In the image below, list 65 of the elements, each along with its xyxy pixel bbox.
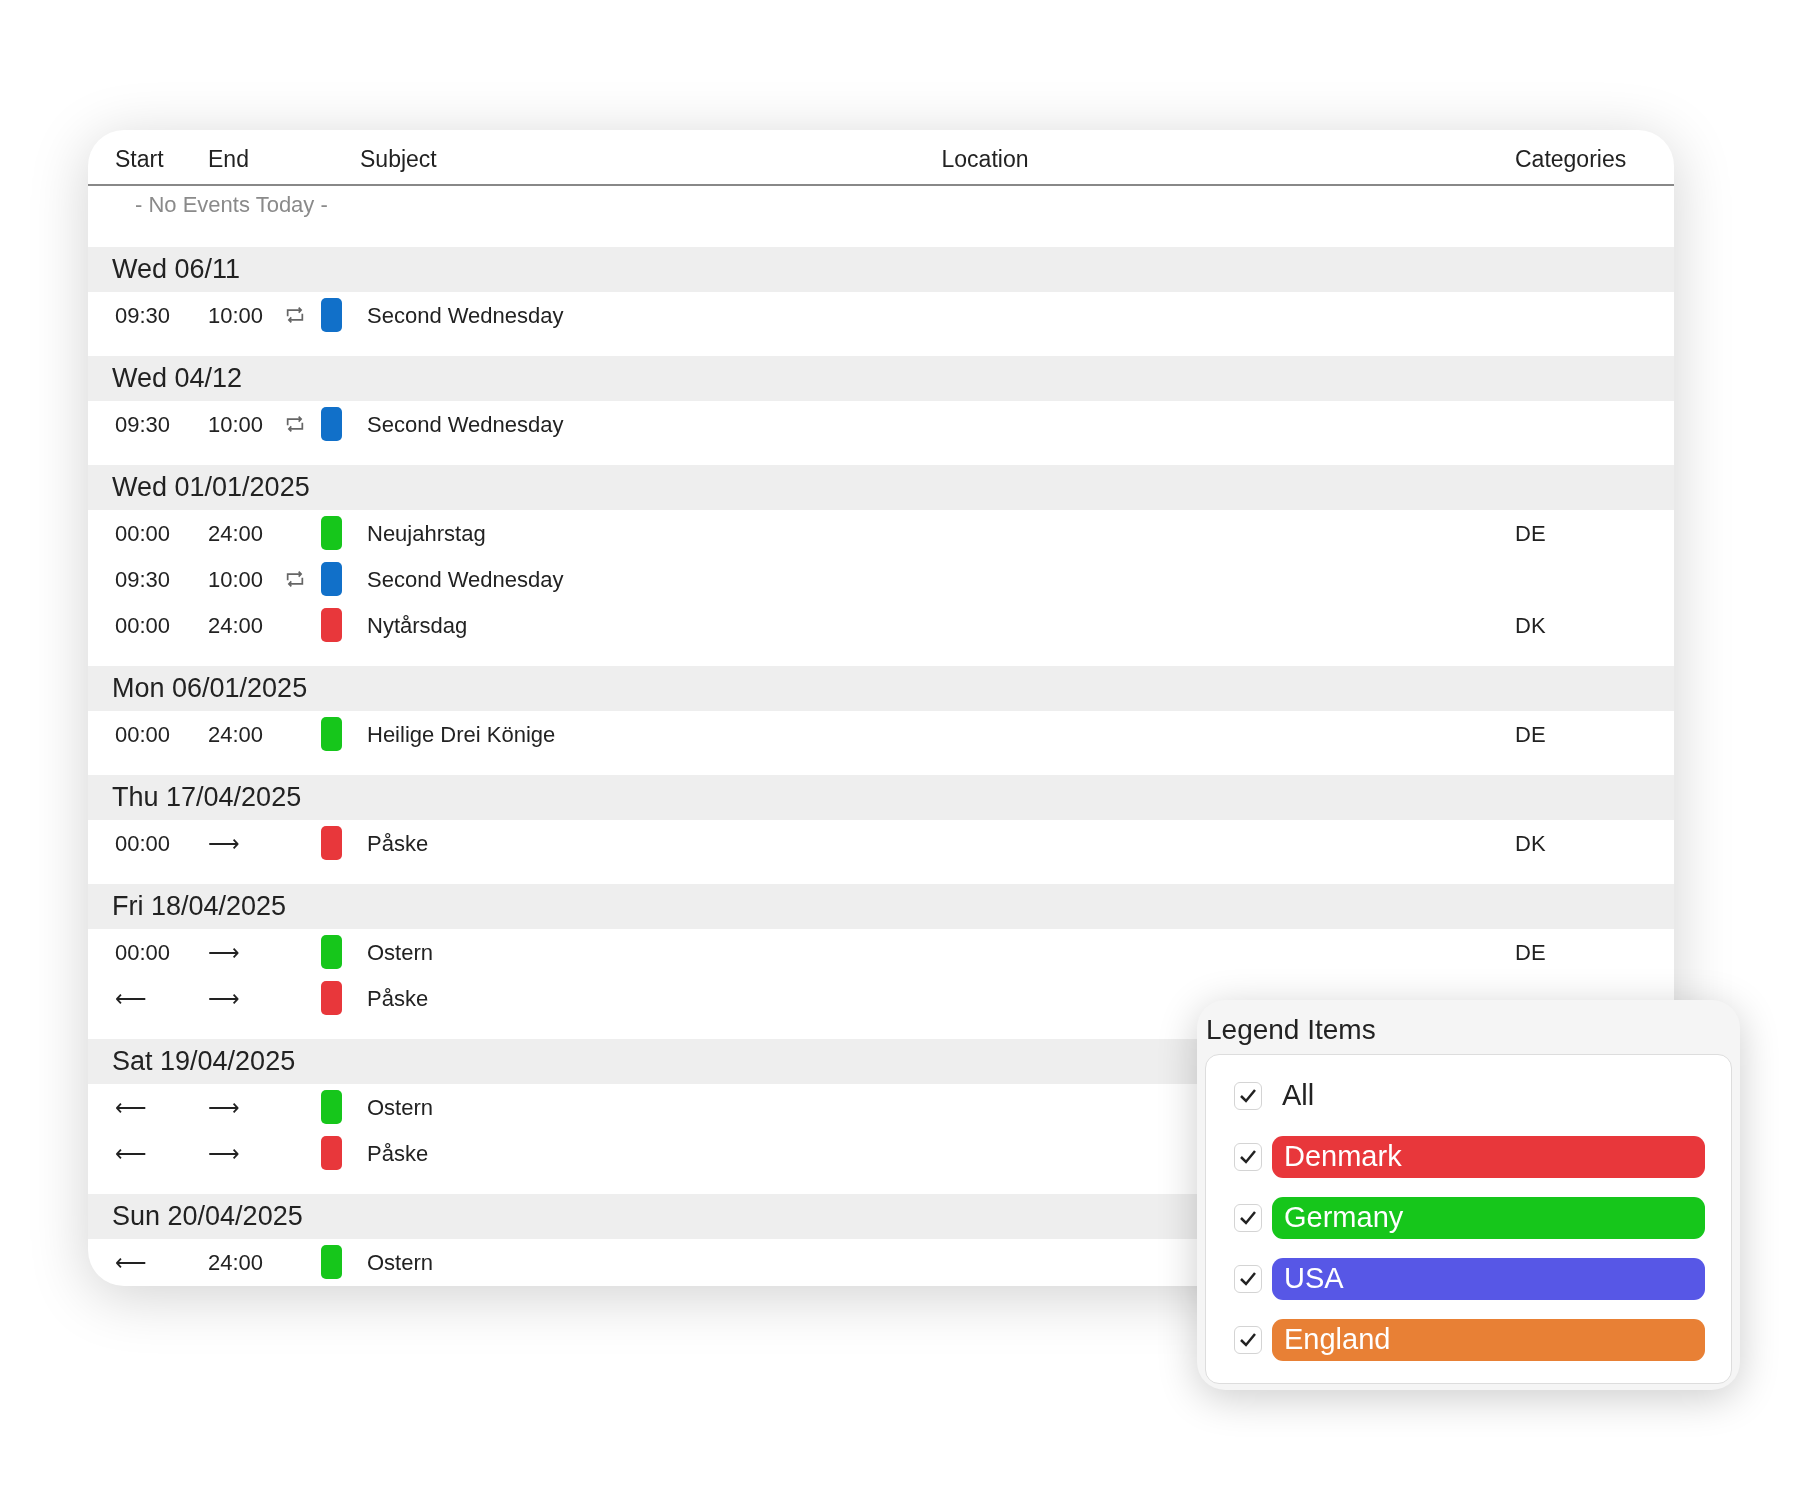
end-time: 24:00 bbox=[208, 720, 265, 749]
empty-message: - No Events Today - bbox=[135, 192, 328, 217]
end-time: 24:00 bbox=[208, 611, 265, 640]
end-time: ⟶ bbox=[208, 829, 241, 858]
event-category: DE bbox=[1515, 938, 1547, 967]
event-category: DK bbox=[1515, 829, 1547, 858]
column-header[interactable]: Start bbox=[115, 141, 208, 176]
start-time: ⟵ bbox=[115, 1248, 148, 1277]
legend-tag[interactable]: USA bbox=[1272, 1258, 1705, 1300]
start-time: ⟵ bbox=[115, 1139, 148, 1168]
end-time: ⟶ bbox=[208, 984, 241, 1013]
start-time: 09:30 bbox=[115, 301, 172, 330]
checkbox[interactable] bbox=[1234, 1082, 1262, 1110]
date-header: Wed 01/01/2025 bbox=[88, 465, 1674, 510]
check-icon bbox=[1239, 1149, 1257, 1165]
end-time: 10:00 bbox=[208, 565, 265, 594]
end-time: 10:00 bbox=[208, 410, 265, 439]
start-time: 09:30 bbox=[115, 565, 172, 594]
check-icon bbox=[1239, 1210, 1257, 1226]
event-subject[interactable]: Ostern bbox=[367, 935, 797, 969]
event-category: DK bbox=[1515, 611, 1547, 640]
event-subject[interactable]: Second Wednesday bbox=[367, 407, 797, 441]
start-time: 00:00 bbox=[115, 519, 172, 548]
end-time: 24:00 bbox=[208, 519, 265, 548]
event-subject[interactable]: Second Wednesday bbox=[367, 562, 797, 596]
event-subject[interactable]: Påske bbox=[367, 981, 797, 1015]
start-time: ⟵ bbox=[115, 984, 148, 1013]
end-time: 24:00 bbox=[208, 1248, 265, 1277]
event-subject[interactable]: Second Wednesday bbox=[367, 298, 797, 332]
start-time: ⟵ bbox=[115, 1093, 148, 1122]
event-subject[interactable]: Nytårsdag bbox=[367, 608, 797, 642]
start-time: 00:00 bbox=[115, 720, 172, 749]
start-time: 09:30 bbox=[115, 410, 172, 439]
legend-tag[interactable]: Denmark bbox=[1272, 1136, 1705, 1178]
event-subject[interactable]: Ostern bbox=[367, 1245, 797, 1279]
end-time: 10:00 bbox=[208, 301, 265, 330]
check-icon bbox=[1239, 1088, 1257, 1104]
event-subject[interactable]: Heilige Drei Könige bbox=[367, 717, 797, 751]
column-header[interactable]: End bbox=[208, 141, 360, 176]
end-time: ⟶ bbox=[208, 1139, 241, 1168]
event-subject[interactable]: Neujahrstag bbox=[367, 516, 797, 550]
event-category: DE bbox=[1515, 519, 1547, 548]
start-time: 00:00 bbox=[115, 829, 172, 858]
date-header: Mon 06/01/2025 bbox=[88, 666, 1674, 711]
date-header: Wed 06/11 bbox=[88, 247, 1674, 292]
checkbox[interactable] bbox=[1234, 1265, 1262, 1293]
column-header[interactable]: Location bbox=[790, 141, 1180, 176]
event-subject[interactable]: Påske bbox=[367, 826, 797, 860]
event-category: DE bbox=[1515, 720, 1547, 749]
end-time: ⟶ bbox=[208, 1093, 241, 1122]
checkbox[interactable] bbox=[1234, 1326, 1262, 1354]
check-icon bbox=[1239, 1332, 1257, 1348]
date-header: Thu 17/04/2025 bbox=[88, 775, 1674, 820]
date-header: Fri 18/04/2025 bbox=[88, 884, 1674, 929]
end-time: ⟶ bbox=[208, 938, 241, 967]
column-header[interactable]: Categories bbox=[1515, 141, 1674, 176]
column-header[interactable]: Subject bbox=[360, 141, 790, 176]
start-time: 00:00 bbox=[115, 938, 172, 967]
start-time: 00:00 bbox=[115, 611, 172, 640]
check-icon bbox=[1239, 1271, 1257, 1287]
checkbox[interactable] bbox=[1234, 1143, 1262, 1171]
event-subject[interactable]: Påske bbox=[367, 1136, 797, 1170]
date-header: Wed 04/12 bbox=[88, 356, 1674, 401]
checkbox[interactable] bbox=[1234, 1204, 1262, 1232]
event-subject[interactable]: Ostern bbox=[367, 1090, 797, 1124]
